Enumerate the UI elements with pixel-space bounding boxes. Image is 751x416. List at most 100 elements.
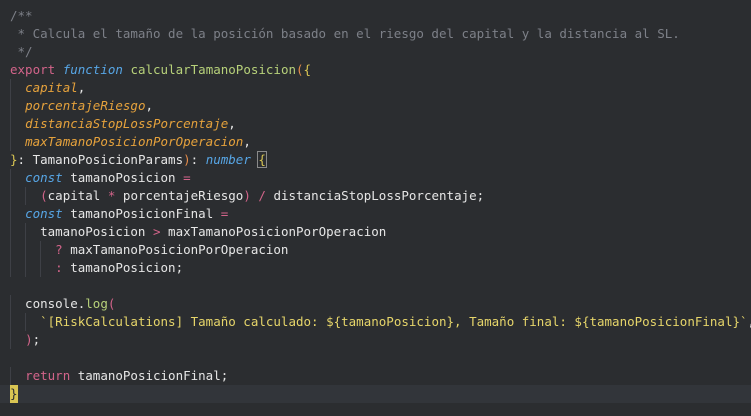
code-line[interactable]: console.log( — [0, 295, 751, 313]
code-token: */ — [10, 44, 33, 59]
code-token: = — [220, 206, 229, 221]
code-line[interactable] — [0, 349, 751, 367]
code-line[interactable]: } — [0, 385, 751, 403]
code-token: const — [25, 170, 63, 185]
code-token: : — [55, 260, 63, 275]
code-line[interactable]: * Calcula el tamaño de la posición basad… — [0, 25, 751, 43]
code-line[interactable] — [0, 277, 751, 295]
code-token: } — [10, 385, 18, 403]
indent-guide — [10, 313, 11, 331]
code-lines[interactable]: /** * Calcula el tamaño de la posición b… — [0, 7, 751, 403]
code-token: distanciaStopLossPorcentaje — [25, 116, 229, 131]
code-line[interactable]: `[RiskCalculations] Tamaño calculado: ${… — [0, 313, 751, 331]
code-token: ( — [40, 188, 48, 203]
code-token: maxTamanoPosicionPorOperacion — [160, 224, 387, 239]
code-line[interactable]: const tamanoPosicionFinal = — [0, 205, 751, 223]
code-line[interactable]: maxTamanoPosicionPorOperacion, — [0, 133, 751, 151]
code-token: maxTamanoPosicionPorOperacion — [62, 242, 289, 257]
code-token: tamanoPosicion — [62, 170, 184, 185]
code-token: > — [153, 224, 161, 239]
code-token: ( — [296, 62, 304, 77]
code-token: { — [257, 151, 267, 168]
code-token: , — [748, 314, 751, 329]
code-token: const — [25, 206, 63, 221]
code-line[interactable]: */ — [0, 43, 751, 61]
indent-guide — [10, 79, 11, 97]
code-token: ) — [243, 188, 251, 203]
code-line[interactable]: distanciaStopLossPorcentaje, — [0, 115, 751, 133]
code-token: , — [243, 134, 251, 149]
code-token: /** — [10, 8, 33, 23]
code-token: ) — [183, 152, 191, 167]
code-token: `[RiskCalculations] Tamaño calculado: ${… — [40, 314, 748, 329]
code-line[interactable]: (capital * porcentajeRiesgo) / distancia… — [0, 187, 751, 205]
code-line[interactable]: : tamanoPosicion; — [0, 259, 751, 277]
code-token: tamanoPosicion; — [62, 260, 184, 275]
indent-guide — [10, 259, 11, 277]
code-token: tamanoPosicionFinal — [62, 206, 221, 221]
indent-guide — [10, 205, 11, 223]
code-token: distanciaStopLossPorcentaje; — [265, 188, 485, 203]
code-token: log — [85, 296, 108, 311]
code-token: ( — [107, 296, 116, 311]
code-line[interactable]: ? maxTamanoPosicionPorOperacion — [0, 241, 751, 259]
code-token: tamanoPosicionFinal; — [70, 368, 229, 383]
indent-guide — [25, 187, 27, 205]
code-token: function — [62, 62, 123, 77]
code-token: ; — [32, 332, 41, 347]
indent-guide — [25, 241, 27, 259]
code-token: capital — [47, 188, 108, 203]
code-token: maxTamanoPosicionPorOperacion — [25, 134, 244, 149]
code-token: tamanoPosicion — [10, 224, 153, 239]
code-token: * Calcula el tamaño de la posición basad… — [10, 26, 680, 41]
code-token: { — [303, 62, 312, 77]
indent-guide — [10, 187, 11, 205]
code-token: ) — [25, 332, 33, 347]
code-line[interactable]: export function calcularTamanoPosicion({ — [0, 61, 751, 79]
code-token: return — [25, 368, 71, 383]
code-token: console. — [10, 296, 86, 311]
code-token: ? — [55, 242, 63, 257]
code-token: porcentajeRiesgo — [25, 98, 146, 113]
code-token: } — [10, 152, 18, 167]
code-line[interactable]: capital, — [0, 79, 751, 97]
indent-guide — [10, 223, 11, 241]
indent-guide — [10, 133, 11, 151]
code-token: TamanoPosicionParams — [32, 152, 184, 167]
indent-guide — [25, 223, 27, 241]
code-editor[interactable]: /** * Calcula el tamaño de la posición b… — [0, 0, 751, 416]
indent-guide — [10, 331, 11, 349]
code-token: export — [10, 62, 56, 77]
indent-guide — [10, 169, 11, 187]
code-token: : — [17, 152, 33, 167]
code-line[interactable]: /** — [0, 7, 751, 25]
code-token: calcularTamanoPosicion — [130, 62, 297, 77]
indent-guide — [25, 313, 27, 331]
code-token: , — [77, 80, 86, 95]
code-line[interactable]: const tamanoPosicion = — [0, 169, 751, 187]
code-line[interactable]: ); — [0, 331, 751, 349]
indent-guide — [40, 259, 42, 277]
code-token: / — [258, 188, 266, 203]
indent-guide — [10, 241, 11, 259]
code-token: , — [228, 116, 236, 131]
code-token: number — [205, 152, 251, 167]
indent-guide — [25, 259, 27, 277]
code-line[interactable]: }: TamanoPosicionParams): number { — [0, 151, 751, 169]
code-line[interactable]: return tamanoPosicionFinal; — [0, 367, 751, 385]
code-line[interactable]: tamanoPosicion > maxTamanoPosicionPorOpe… — [0, 223, 751, 241]
code-line[interactable]: porcentajeRiesgo, — [0, 97, 751, 115]
code-token: capital — [25, 80, 78, 95]
code-token: , — [145, 98, 154, 113]
code-token: porcentajeRiesgo — [115, 188, 244, 203]
